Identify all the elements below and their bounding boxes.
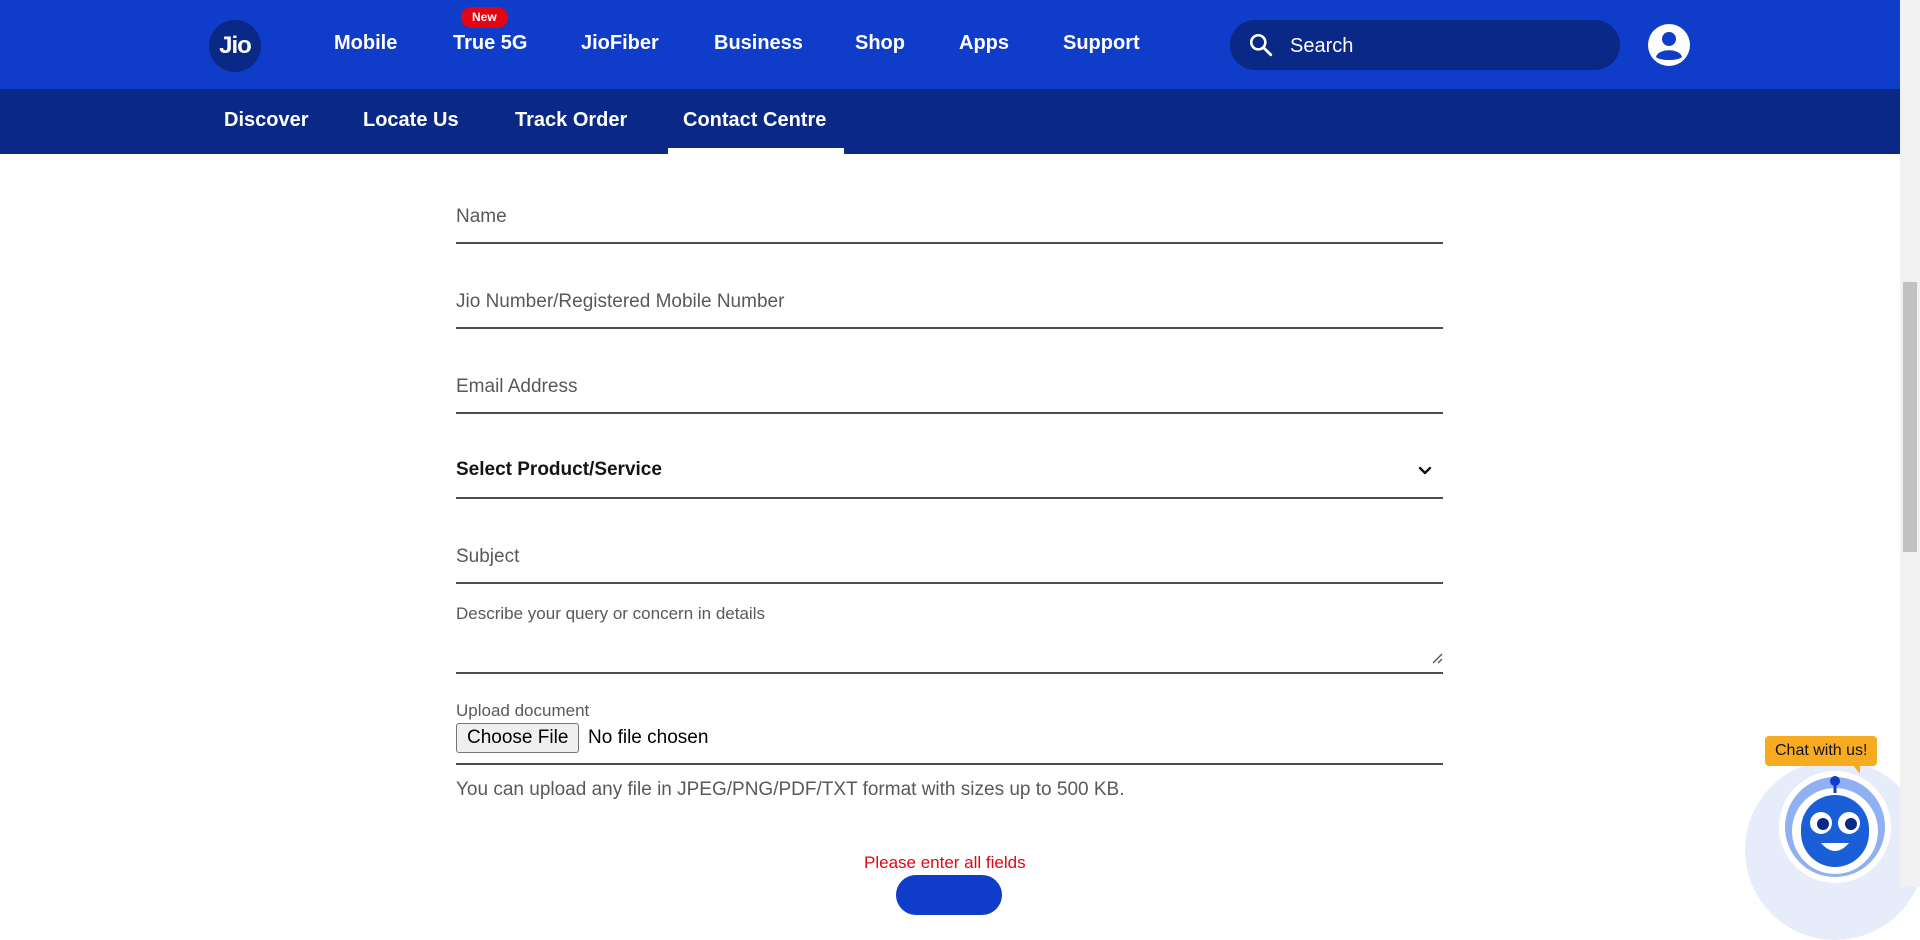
nav-true-5g[interactable]: True 5G (453, 32, 527, 55)
upload-helper-text: You can upload any file in JPEG/PNG/PDF/… (456, 779, 1125, 800)
nav-business[interactable]: Business (714, 32, 803, 55)
subject-field (456, 540, 1443, 584)
search-box[interactable] (1230, 20, 1620, 72)
subnav-contact-centre[interactable]: Contact Centre (683, 109, 826, 132)
mobile-number-field (456, 285, 1443, 329)
user-icon[interactable] (1648, 24, 1690, 66)
subnav-discover[interactable]: Discover (224, 109, 309, 132)
nav-mobile[interactable]: Mobile (334, 32, 397, 55)
nav-support[interactable]: Support (1063, 32, 1140, 55)
nav-apps[interactable]: Apps (959, 32, 1009, 55)
product-select-label: Select Product/Service (456, 459, 662, 480)
subnav-locate-us[interactable]: Locate Us (363, 109, 459, 132)
nav-shop[interactable]: Shop (855, 32, 905, 55)
upload-document-field: Upload document Choose File No file chos… (456, 701, 1443, 765)
email-field (456, 370, 1443, 414)
email-input[interactable] (456, 374, 1443, 400)
mobile-number-input[interactable] (456, 289, 1443, 315)
new-badge: New (461, 7, 508, 28)
scrollbar-thumb[interactable] (1903, 282, 1917, 552)
top-navigation-bar: Jio Mobile True 5G New JioFiber Business… (0, 0, 1900, 89)
subnav-track-order[interactable]: Track Order (515, 109, 627, 132)
chatbot-icon[interactable] (1775, 767, 1895, 887)
chevron-down-icon (1418, 466, 1432, 475)
nav-jiofiber[interactable]: JioFiber (581, 32, 659, 55)
search-icon (1249, 33, 1273, 57)
jio-logo[interactable]: Jio (209, 20, 261, 72)
active-tab-indicator (668, 148, 844, 154)
description-label: Describe your query or concern in detail… (456, 604, 765, 623)
name-field (456, 200, 1443, 244)
product-service-select[interactable]: Select Product/Service (456, 459, 1443, 499)
subject-input[interactable] (456, 544, 1443, 570)
upload-label: Upload document (456, 701, 590, 720)
choose-file-button[interactable]: Choose File (456, 723, 580, 753)
resize-handle-icon[interactable] (1431, 652, 1443, 664)
search-input[interactable] (1288, 20, 1602, 72)
name-input[interactable] (456, 204, 1443, 230)
submit-button[interactable] (896, 875, 1002, 915)
sub-navigation-bar: Discover Locate Us Track Order Contact C… (0, 89, 1900, 154)
chat-with-us-label[interactable]: Chat with us! (1765, 736, 1878, 766)
error-message: Please enter all fields (864, 853, 1026, 872)
description-field[interactable]: Describe your query or concern in detail… (456, 604, 1443, 674)
file-status: No file chosen (588, 727, 709, 748)
